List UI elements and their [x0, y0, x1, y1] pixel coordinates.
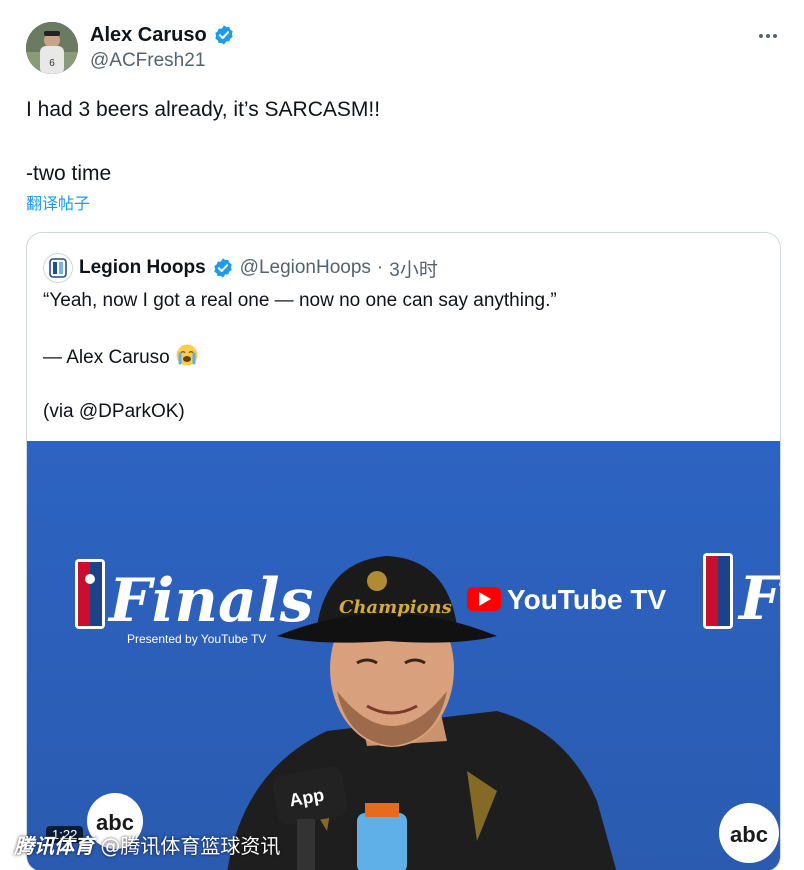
quoted-tweet[interactable]: Legion Hoops @LegionHoops · 3小时 “Yeah, n…	[26, 232, 781, 870]
quoted-author-handle[interactable]: @LegionHoops	[240, 257, 371, 279]
nba-logo-icon	[75, 559, 105, 629]
quoted-avatar[interactable]	[43, 253, 73, 283]
tweet-text: I had 3 beers already, it’s SARCASM!! -t…	[26, 96, 766, 188]
finals-backdrop-text-right: Finals	[737, 564, 780, 634]
verified-badge-icon	[212, 257, 234, 279]
presented-by-text: Presented by YouTube TV	[127, 632, 266, 646]
svg-text:6: 6	[49, 58, 55, 69]
more-options-icon[interactable]	[754, 24, 782, 48]
abc-label-right: abc	[730, 822, 768, 847]
author-block: Alex Caruso @ACFresh21	[90, 22, 235, 74]
quoted-header: Legion Hoops @LegionHoops · 3小时	[43, 253, 438, 283]
tweet-text-line: I had 3 beers already, it’s SARCASM!!	[26, 98, 381, 121]
separator-dot: ·	[376, 257, 384, 278]
verified-badge-icon	[213, 24, 235, 46]
gatorade-bottle-icon	[357, 803, 407, 870]
crying-face-emoji-icon	[175, 343, 199, 367]
quoted-text: “Yeah, now I got a real one — now no one…	[43, 289, 763, 454]
tweet-text-line: -two time	[26, 162, 112, 185]
youtube-tv-text: YouTube TV	[507, 584, 666, 615]
tweet: 6 Alex Caruso @ACFresh21 I had 3 beers a…	[0, 0, 804, 870]
quoted-text-line: “Yeah, now I got a real one — now no one…	[43, 290, 557, 311]
quoted-text-line: (via @DParkOK)	[43, 401, 185, 422]
finals-backdrop-text: Finals	[107, 566, 313, 636]
quoted-attribution: — Alex Caruso	[43, 347, 170, 368]
quoted-text-line-2: — Alex Caruso	[43, 343, 763, 370]
nba-logo-right-icon	[703, 553, 733, 629]
author-name[interactable]: Alex Caruso	[90, 22, 207, 48]
quoted-author-name[interactable]: Legion Hoops	[79, 257, 206, 279]
hat-text: Champions	[339, 597, 452, 618]
watermark-brand: 腾讯体育	[14, 834, 94, 858]
translate-post-link[interactable]: 翻译帖子	[26, 195, 90, 215]
author-handle[interactable]: @ACFresh21	[90, 48, 235, 74]
youtube-tv-logo-icon	[467, 587, 501, 611]
watermark-text: @腾讯体育篮球资讯	[100, 834, 281, 858]
abc-logo-right-icon: abc	[719, 803, 779, 863]
watermark: 腾讯体育 @腾讯体育篮球资讯	[14, 830, 280, 859]
quoted-timestamp[interactable]: 3小时	[389, 255, 438, 282]
video-player[interactable]: Finals Presented by YouTube TV YouTube T…	[27, 441, 780, 870]
author-avatar[interactable]: 6	[26, 22, 78, 74]
